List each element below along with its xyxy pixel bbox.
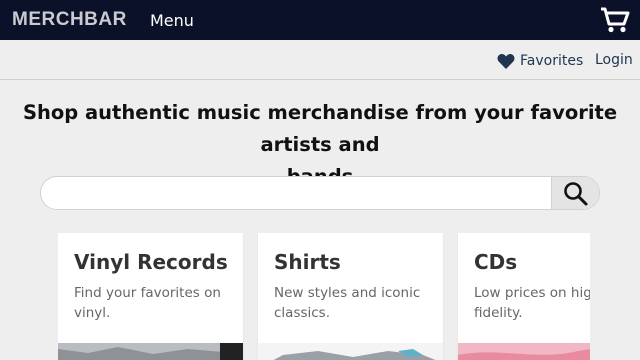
favorites-label: Favorites <box>520 53 584 69</box>
vinyl-photo <box>58 343 243 360</box>
category-carousel: Vinyl Records Find your favorites on viny… <box>58 233 590 360</box>
category-card-cds[interactable]: CDs Low prices on high fidelity. <box>458 233 590 360</box>
category-card-vinyl[interactable]: Vinyl Records Find your favorites on viny… <box>58 233 243 360</box>
menu-button[interactable]: Menu <box>150 11 194 30</box>
merchbar-logo[interactable]: MERCHBAR <box>12 9 127 31</box>
top-navbar: MERCHBAR Menu <box>0 0 640 40</box>
search-bar <box>40 176 600 210</box>
shopping-cart-icon[interactable] <box>599 6 631 34</box>
cds-photo <box>458 343 590 360</box>
card-description: Low prices on high fidelity. <box>474 285 590 321</box>
card-description: Find your favorites on vinyl. <box>74 285 221 321</box>
card-title: Shirts <box>274 250 341 274</box>
search-input[interactable] <box>55 183 545 203</box>
card-description: New styles and iconic classics. <box>274 285 421 321</box>
card-title: Vinyl Records <box>74 250 228 274</box>
favorites-link[interactable]: Favorites <box>497 51 583 71</box>
shirts-photo <box>258 343 443 360</box>
login-link[interactable]: Login <box>595 52 633 68</box>
search-icon <box>564 182 588 206</box>
category-card-shirts[interactable]: Shirts New styles and iconic classics. <box>258 233 443 360</box>
tagline-line-1: Shop authentic music merchandise from yo… <box>22 101 618 156</box>
heart-icon <box>497 53 515 69</box>
card-title: CDs <box>474 250 518 274</box>
search-button[interactable] <box>551 177 599 209</box>
